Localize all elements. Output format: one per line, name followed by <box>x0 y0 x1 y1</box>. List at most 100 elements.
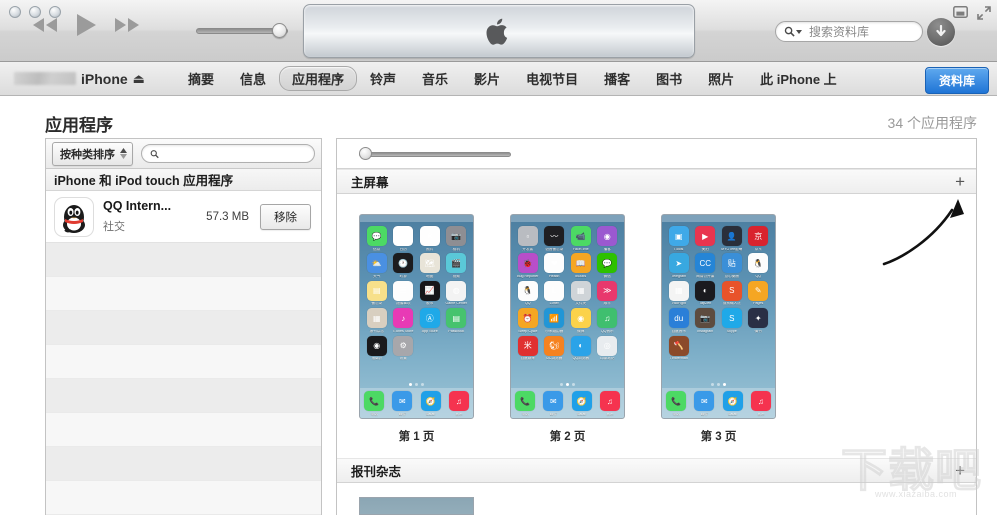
dock-app-icon[interactable]: 📞 电话 <box>664 391 688 416</box>
home-screen-app-icon[interactable]: 📷 相机 <box>444 226 470 251</box>
home-screen-app-icon[interactable]: 📖 iBooks <box>568 253 594 278</box>
dock-app-icon[interactable]: 🧭 Safari <box>721 391 745 416</box>
fullscreen-icon[interactable] <box>977 6 991 20</box>
tab-movies[interactable]: 影片 <box>461 66 513 91</box>
zoom-slider[interactable] <box>359 146 511 160</box>
home-screen-app-icon[interactable]: ▦ TwoFight <box>666 280 692 306</box>
home-screen-app-icon[interactable]: ➤ Telegram <box>666 253 692 278</box>
eject-icon[interactable]: ⏏ <box>133 71 145 87</box>
home-screen-app-icon[interactable]: 🐧 QQ <box>746 253 772 278</box>
home-screen-app-icon[interactable]: ✦ 情书 <box>746 308 772 333</box>
dock-app-icon[interactable]: 🧭 Safari <box>419 391 443 416</box>
home-screen-app-icon[interactable]: ♪ iTunes Store <box>391 308 417 333</box>
downloads-button[interactable] <box>927 18 955 46</box>
home-screen-app-icon[interactable]: ▤ Passbook <box>444 308 470 333</box>
iphone-screen-preview[interactable]: ▣ iTools ▶ 美拍 👤 MYOTee脸萌京京东 ➤ Telegram CC 网易公开课贴点… <box>661 214 776 419</box>
home-screen-app-icon[interactable]: ▦ 报刊杂志 <box>364 308 390 333</box>
home-screen-app-icon[interactable]: ✎ Pages <box>746 280 772 306</box>
home-screen-app-icon[interactable]: ◐ QQ浏览器 <box>568 335 594 361</box>
home-screen-app-icon[interactable]: 〰语音备忘录 <box>542 226 568 251</box>
home-screen-app-icon[interactable]: ▦ 文件夹 <box>568 280 594 306</box>
dock-app-icon[interactable]: ✉ 邮件 <box>390 391 414 416</box>
home-screen-app-icon[interactable]: ▤ 备忘录 <box>364 280 390 306</box>
iphone-screen-preview[interactable]: ▫ 开发者〰语音备忘录 📹 FaceTime ◉ 播客 🐞 Bug Reporter ❤ Heal… <box>510 214 625 419</box>
home-screen-app-icon[interactable]: 🪓 Timberman <box>666 335 692 361</box>
tab-apps[interactable]: 应用程序 <box>279 66 358 91</box>
home-screen-page-2[interactable]: ▫ 开发者〰语音备忘录 📹 FaceTime ◉ 播客 🐞 Bug Reporter ❤ Heal… <box>510 214 625 444</box>
zoom-knob[interactable] <box>359 146 372 160</box>
home-screen-app-icon[interactable]: 米百度糯米 <box>515 335 541 361</box>
dock-app-icon[interactable]: 📞 电话 <box>362 391 386 416</box>
home-screen-app-icon[interactable]: 🐿 UC浏览器 <box>542 335 568 361</box>
remove-button[interactable]: 移除 <box>260 203 311 230</box>
home-screen-app-icon[interactable]: 💬 微信 <box>595 253 621 278</box>
home-screen-app-icon[interactable]: ◉ 指南针 <box>364 335 390 361</box>
app-list-search-input[interactable] <box>165 147 306 160</box>
home-screen-app-icon[interactable]: Ⓐ App Store <box>417 308 443 333</box>
home-screen-app-icon[interactable]: 📷 Instagram <box>693 308 719 333</box>
home-screen-app-icon[interactable]: ◐ TapZen <box>693 280 719 306</box>
home-screen-app-icon[interactable]: 🐞 Bug Reporter <box>515 253 541 278</box>
home-screen-app-icon[interactable]: ☰ 提醒事项 <box>391 280 417 306</box>
iphone-screen-preview[interactable]: 💬 信息 19 日历 ❋ 照片 📷 相机 ⛅ 天气 🕐 时钟 🗺 地图 🎬 视频 ▤ 备忘录 ☰ 提醒事项 📈 股市 ◍ Ga… <box>359 214 474 419</box>
home-screen-app-icon[interactable]: S Skype <box>719 308 745 333</box>
home-screen-app-icon[interactable]: 📈 股市 <box>417 280 443 306</box>
home-screen-app-icon[interactable]: ◎ 印象笔记 <box>595 335 621 361</box>
home-screen-app-icon[interactable]: ▣ iTools <box>666 226 692 251</box>
dock-app-icon[interactable]: 🧭 Safari <box>570 391 594 416</box>
add-home-screen-button[interactable]: + <box>955 173 965 190</box>
device-selector[interactable]: iPhone ⏏ <box>14 71 145 87</box>
dock-app-icon[interactable]: 📞 电话 <box>513 391 537 416</box>
home-screen-app-icon[interactable]: ▫ 开发者 <box>515 226 541 251</box>
home-screen-app-icon[interactable]: ◉ 微博 <box>568 308 594 333</box>
tab-info[interactable]: 信息 <box>227 66 279 91</box>
dock-app-icon[interactable]: ♫ 音乐 <box>447 391 471 416</box>
home-screen-app-icon[interactable]: ≫ 顺丰 <box>595 280 621 306</box>
volume-knob[interactable] <box>272 23 287 38</box>
minimize-player-icon[interactable] <box>953 6 968 20</box>
home-screen-app-icon[interactable]: 📹 FaceTime <box>568 226 594 251</box>
dock-app-icon[interactable]: ♫ 音乐 <box>749 391 773 416</box>
dock-app-icon[interactable]: ♫ 音乐 <box>598 391 622 416</box>
home-screen-app-icon[interactable]: 👤 MYOTee脸萌 <box>719 226 745 251</box>
home-screen-app-icon[interactable]: S 搜狗输入法 <box>719 280 745 306</box>
rewind-icon[interactable] <box>30 16 60 39</box>
library-button[interactable]: 资料库 <box>924 67 989 94</box>
home-screen-app-icon[interactable]: ◉ 播客 <box>595 226 621 251</box>
dock-app-icon[interactable]: ✉ 邮件 <box>541 391 565 416</box>
home-screen-app-icon[interactable]: 贴点心桌面 <box>719 253 745 278</box>
home-screen-app-icon[interactable]: 🎬 视频 <box>444 253 470 278</box>
home-screen-app-icon[interactable]: 🐧 QQ <box>515 280 541 306</box>
sort-dropdown[interactable]: 按种类排序 <box>52 141 133 166</box>
home-screen-page-3[interactable]: ▣ iTools ▶ 美拍 👤 MYOTee脸萌京京东 ➤ Telegram CC 网易公开课贴点… <box>661 214 776 444</box>
home-screen-app-icon[interactable]: ◍ Game Center <box>444 280 470 306</box>
newsstand-screen-preview[interactable] <box>359 497 474 515</box>
home-screen-app-icon[interactable]: 💬 信息 <box>364 226 390 251</box>
library-search-box[interactable] <box>775 21 923 42</box>
search-input[interactable] <box>809 24 914 39</box>
dock-app-icon[interactable]: ✉ 邮件 <box>692 391 716 416</box>
tab-books[interactable]: 图书 <box>643 66 695 91</box>
home-screen-app-icon[interactable]: ♫ QQ音乐 <box>595 308 621 333</box>
home-screen-app-icon[interactable]: 📶 小米路由器 <box>542 308 568 333</box>
home-screen-app-icon[interactable]: L Lofter <box>542 280 568 306</box>
add-newsstand-button[interactable]: + <box>955 462 965 479</box>
tab-summary[interactable]: 摘要 <box>175 66 227 91</box>
home-screen-app-icon[interactable]: CC 网易公开课 <box>693 253 719 278</box>
home-screen-app-icon[interactable]: 🕐 时钟 <box>391 253 417 278</box>
home-screen-app-icon[interactable]: ⏰ Sleep Cycle <box>515 308 541 333</box>
close-button[interactable] <box>9 6 21 18</box>
home-screen-app-icon[interactable]: ❤ Health <box>542 253 568 278</box>
tab-photos[interactable]: 照片 <box>695 66 747 91</box>
tab-ringtones[interactable]: 铃声 <box>357 66 409 91</box>
home-screen-app-icon[interactable]: ⛅ 天气 <box>364 253 390 278</box>
home-screen-app-icon[interactable]: ▶ 美拍 <box>693 226 719 251</box>
home-screen-app-icon[interactable]: 京京东 <box>746 226 772 251</box>
fast-forward-icon[interactable] <box>112 16 142 39</box>
tab-music[interactable]: 音乐 <box>409 66 461 91</box>
home-screen-app-icon[interactable]: 19 日历 <box>391 226 417 251</box>
app-list-item[interactable]: QQ Intern... 社交 57.3 MB 移除 <box>46 191 321 243</box>
home-screen-app-icon[interactable]: ❋ 照片 <box>417 226 443 251</box>
home-screen-page-1[interactable]: 💬 信息 19 日历 ❋ 照片 📷 相机 ⛅ 天气 🕐 时钟 🗺 地图 🎬 视频 ▤ 备忘录 ☰ 提醒事项 📈 股市 ◍ Ga… <box>359 214 474 444</box>
tab-on-this-iphone[interactable]: 此 iPhone 上 <box>747 66 850 91</box>
